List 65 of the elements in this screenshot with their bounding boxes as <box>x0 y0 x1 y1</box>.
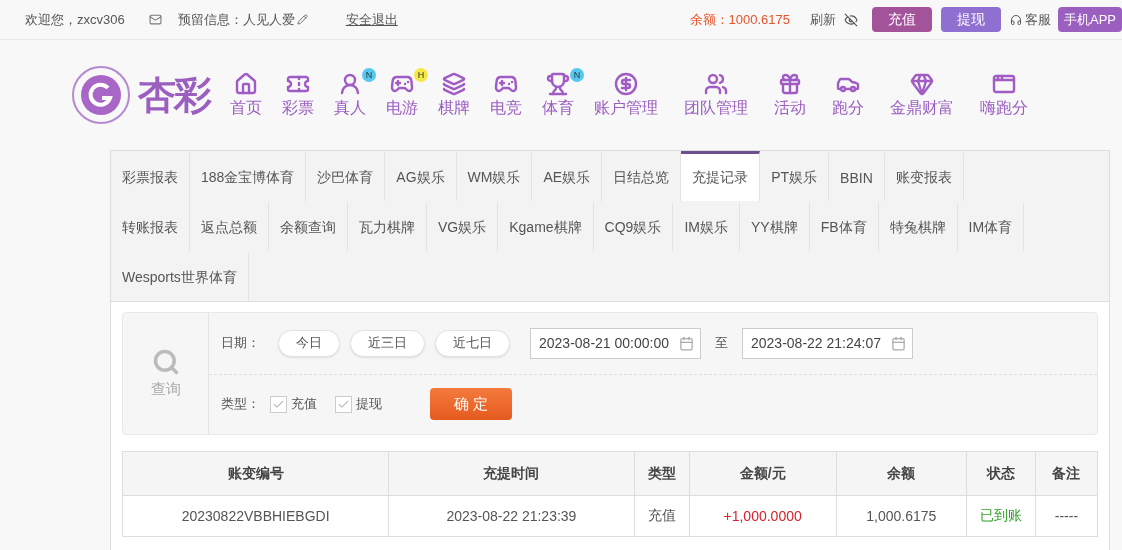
type-label: 类型： <box>221 395 260 414</box>
search-icon <box>151 348 180 376</box>
withdraw-button[interactable]: 提现 <box>941 7 1001 32</box>
headset-icon[interactable] <box>1010 13 1022 26</box>
nav-item[interactable]: 团队管理 <box>674 71 764 119</box>
column-header: 余额 <box>836 451 967 496</box>
column-header: 账变编号 <box>122 451 389 496</box>
column-header: 金额/元 <box>689 451 837 496</box>
end-date-field[interactable]: 2023-08-22 21:24:07 <box>742 327 913 359</box>
start-date-field[interactable]: 2023-08-21 00:00:00 <box>530 327 701 359</box>
nav-item[interactable]: 账户管理 <box>584 71 674 119</box>
quick-range-button[interactable]: 今日 <box>278 329 340 357</box>
report-tab[interactable]: 充提记录 <box>681 151 761 201</box>
table-cell: +1,000.0000 <box>689 495 837 537</box>
refresh-text[interactable]: 刷新 <box>810 10 836 29</box>
welcome-text: 欢迎您，zxcv306 <box>25 10 125 29</box>
table-cell: 20230822VBBHIEBGDI <box>122 495 389 537</box>
table-cell: ----- <box>1035 495 1098 537</box>
date-label: 日期： <box>221 334 260 353</box>
nav-item[interactable]: 嗨跑分 <box>970 71 1044 119</box>
checkbox[interactable] <box>335 395 352 413</box>
to-text: 至 <box>715 334 728 353</box>
table-cell: 2023-08-22 21:23:39 <box>388 495 634 537</box>
nav-item[interactable]: 电竞 <box>480 71 532 119</box>
logout-link[interactable]: 安全退出 <box>345 10 398 29</box>
person-icon <box>338 71 362 96</box>
table-cell: 1,000.6175 <box>836 495 967 537</box>
calendar-icon[interactable] <box>891 335 906 351</box>
table-cell: 已到账 <box>966 495 1036 537</box>
calendar-icon[interactable] <box>679 335 694 351</box>
reserved-info: 预留信息：人见人爱 <box>177 10 295 29</box>
users-icon <box>704 71 728 96</box>
edit-icon[interactable] <box>296 14 308 25</box>
nav-item[interactable]: 棋牌 <box>428 71 480 119</box>
column-header: 状态 <box>966 451 1036 496</box>
mobile-app-button[interactable]: 手机APP <box>1058 7 1122 32</box>
gem-icon <box>910 71 934 96</box>
query-label: 查询 <box>150 380 181 399</box>
quick-range-button[interactable]: 近七日 <box>435 329 510 357</box>
column-header: 类型 <box>634 451 690 496</box>
quick-range-button[interactable]: 近三日 <box>350 329 425 357</box>
home-icon <box>234 71 258 96</box>
type-checkbox[interactable]: 充值 <box>270 395 317 414</box>
new-badge: N <box>362 67 376 82</box>
hidden-eye-icon[interactable] <box>844 12 858 27</box>
nav-item[interactable]: 跑分 <box>822 71 880 119</box>
gift-icon <box>778 71 802 96</box>
table-cell: 充值 <box>634 495 690 537</box>
nav-item[interactable]: 活动 <box>764 71 822 119</box>
nav-item[interactable]: 金鼎财富 <box>880 71 970 119</box>
new-badge: N <box>570 67 584 82</box>
logo-icon <box>70 64 132 126</box>
balance-text: 余额：1000.6175 <box>689 10 790 29</box>
column-header: 充提时间 <box>388 451 634 496</box>
nav-item[interactable]: 彩票 <box>272 71 324 119</box>
checkbox[interactable] <box>270 395 287 413</box>
trophy-icon <box>546 71 570 96</box>
type-checkbox[interactable]: 提现 <box>335 395 382 414</box>
mail-icon[interactable] <box>148 13 162 26</box>
new-badge: H <box>414 67 428 82</box>
service-text[interactable]: 客服 <box>1025 10 1051 29</box>
deposit-button[interactable]: 充值 <box>872 7 932 32</box>
nav-item[interactable]: 首页 <box>220 71 272 119</box>
column-header: 备注 <box>1035 451 1098 496</box>
logo-text: 杏彩 <box>138 72 210 118</box>
